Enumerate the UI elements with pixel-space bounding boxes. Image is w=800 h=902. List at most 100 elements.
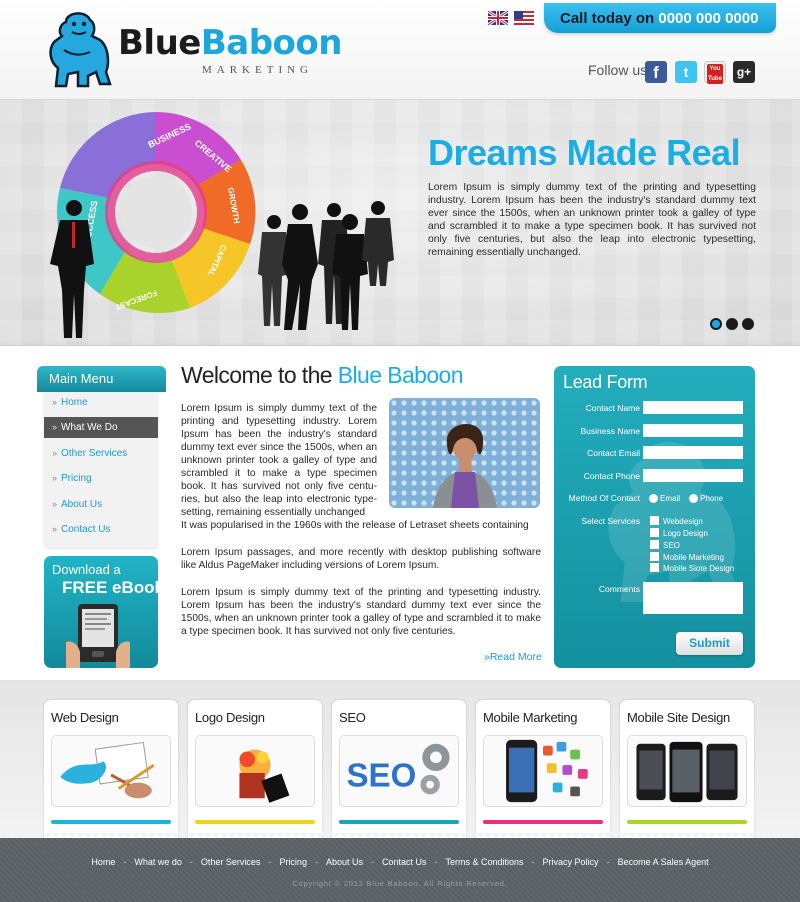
hero-illustration: BUSINESS CREATIVE GROWTH CAPITAL FORECAS…	[50, 112, 394, 338]
contact-phone-input[interactable]	[643, 469, 743, 482]
service-card-seo[interactable]: SEO SEO	[332, 700, 466, 840]
menu-item-label: Home	[61, 397, 88, 408]
baboon-logo-icon[interactable]	[44, 6, 112, 88]
menu-item-pricing[interactable]: » Pricing	[44, 468, 158, 489]
seo-gears-image: SEO	[339, 735, 459, 807]
contact-phone-label: Contact Phone	[583, 471, 640, 481]
email-radio[interactable]	[649, 494, 658, 503]
comments-label: Comments	[598, 584, 640, 594]
menu-arrow-icon: »	[52, 422, 58, 432]
lead-form: Lead Form Contact Name Business Name Con…	[554, 366, 755, 668]
service-accent-bar	[627, 820, 747, 824]
twitter-icon[interactable]: t	[675, 61, 697, 83]
menu-arrow-icon: »	[52, 524, 58, 534]
footer-link-home[interactable]: Home	[91, 857, 115, 867]
mobile-site-design-checkbox-label: Mobile Siote Design	[663, 564, 735, 573]
google-plus-icon[interactable]: g+	[733, 61, 755, 83]
brand-name-part2: Baboon	[200, 23, 343, 63]
call-label: Call today on	[560, 10, 655, 27]
menu-arrow-icon: »	[52, 499, 58, 509]
contact-name-input[interactable]	[643, 401, 743, 414]
welcome-paragraph-2: Lorem Ipsum passages, and more recently …	[181, 547, 541, 571]
service-title: Mobile Marketing	[483, 710, 578, 725]
footer-link-contact-us[interactable]: Contact Us	[382, 857, 427, 867]
contact-name-label: Contact Name	[585, 403, 640, 413]
ebook-line2: FREE eBook	[62, 578, 158, 597]
mobile-marketing-checkbox[interactable]	[650, 552, 659, 561]
us-flag-icon[interactable]	[514, 11, 534, 25]
footer-separator: -	[314, 857, 318, 867]
mobile-site-design-image	[627, 735, 747, 807]
business-name-input[interactable]	[643, 424, 743, 437]
email-radio-label: Email	[660, 494, 681, 503]
free-ebook-banner[interactable]: Download a FREE eBook	[44, 556, 158, 668]
logo-design-checkbox-label: Logo Design	[663, 529, 708, 538]
footer-link-sales-agent[interactable]: Become A Sales Agent	[618, 857, 709, 867]
menu-item-other-services[interactable]: » Other Services	[44, 443, 158, 464]
menu-item-about-us[interactable]: » About Us	[44, 494, 158, 515]
slider-dots	[710, 318, 754, 330]
menu-item-home[interactable]: » Home	[44, 392, 158, 413]
service-card-mobile-marketing[interactable]: Mobile Marketing	[476, 700, 610, 840]
select-services-label: Select Services	[581, 516, 640, 526]
read-more-link[interactable]: »Read More	[484, 651, 542, 663]
web-design-image	[51, 735, 171, 807]
menu-item-label: Pricing	[61, 473, 92, 484]
mobile-marketing-image	[483, 735, 603, 807]
lead-form-title: Lead Form	[563, 372, 648, 392]
method-of-contact-label: Method Of Contact	[568, 493, 640, 503]
footer-link-terms[interactable]: Terms & Conditions	[446, 857, 524, 867]
copyright-text: Copyright © 2012 Blue Baboon. All Rights…	[292, 879, 508, 888]
slide-dot-3[interactable]	[742, 318, 754, 330]
facebook-icon[interactable]: f	[645, 61, 667, 83]
phone-radio-label: Phone	[700, 494, 724, 503]
menu-item-label: Contact Us	[61, 524, 111, 535]
mobile-site-design-checkbox[interactable]	[650, 563, 659, 572]
welcome-heading: Welcome to the Blue Baboon	[181, 362, 464, 389]
welcome-heading-plain: Welcome to the	[181, 362, 333, 388]
menu-item-label: About Us	[61, 499, 103, 510]
mobile-marketing-checkbox-label: Mobile Marketing	[663, 553, 724, 562]
menu-item-label: What We Do	[61, 422, 118, 433]
seo-checkbox[interactable]	[650, 540, 659, 549]
youtube-icon[interactable]: You Tube	[704, 61, 726, 84]
brand-tagline: MARKETING	[202, 64, 313, 76]
brand-name[interactable]: BlueBaboon	[118, 26, 342, 60]
service-card-web-design[interactable]: Web Design	[44, 700, 178, 840]
site-header: BlueBaboon MARKETING Call today on 0000 …	[0, 0, 800, 100]
youtube-icon-label: You Tube	[707, 64, 723, 84]
site-footer: Home - What we do - Other Services - Pricing - A…	[0, 833, 800, 902]
puzzle-ring: BUSINESS CREATIVE GROWTH CAPITAL FORECAS…	[56, 112, 256, 314]
slide-dot-2[interactable]	[726, 318, 738, 330]
phone-number[interactable]: 0000 000 0000	[658, 10, 758, 27]
menu-arrow-icon: »	[52, 448, 58, 458]
logo-design-checkbox[interactable]	[650, 528, 659, 537]
contact-email-input[interactable]	[643, 446, 743, 459]
webdesign-checkbox[interactable]	[650, 516, 659, 525]
footer-separator: -	[268, 857, 272, 867]
footer-link-privacy[interactable]: Privacy Policy	[543, 857, 599, 867]
footer-link-what-we-do[interactable]: What we do	[134, 857, 182, 867]
welcome-paragraph-3: Lorem Ipsum is simply dummy text of the …	[181, 587, 541, 637]
uk-flag-icon[interactable]	[488, 11, 508, 25]
footer-zigzag-edge	[0, 833, 800, 839]
slide-dot-1[interactable]	[710, 318, 722, 330]
comments-textarea[interactable]	[643, 582, 743, 614]
service-title: Logo Design	[195, 710, 265, 725]
phone-radio[interactable]	[689, 494, 698, 503]
menu-item-what-we-do[interactable]: » What We Do	[44, 417, 158, 438]
footer-separator: -	[606, 857, 610, 867]
footer-nav: Home - What we do - Other Services - Pricing - A…	[0, 857, 800, 867]
menu-item-contact-us[interactable]: » Contact Us	[44, 519, 158, 540]
service-card-mobile-site-design[interactable]: Mobile Site Design	[620, 700, 754, 840]
ebook-reader-icon	[66, 604, 130, 668]
seo-checkbox-label: SEO	[663, 541, 680, 550]
footer-link-about-us[interactable]: About Us	[326, 857, 363, 867]
footer-link-pricing[interactable]: Pricing	[279, 857, 307, 867]
footer-separator: -	[434, 857, 438, 867]
submit-button[interactable]: Submit	[676, 632, 743, 655]
webdesign-checkbox-label: Webdesign	[663, 517, 703, 526]
service-card-logo-design[interactable]: Logo Design	[188, 700, 322, 840]
business-name-label: Business Name	[580, 426, 640, 436]
footer-link-other-services[interactable]: Other Services	[201, 857, 261, 867]
